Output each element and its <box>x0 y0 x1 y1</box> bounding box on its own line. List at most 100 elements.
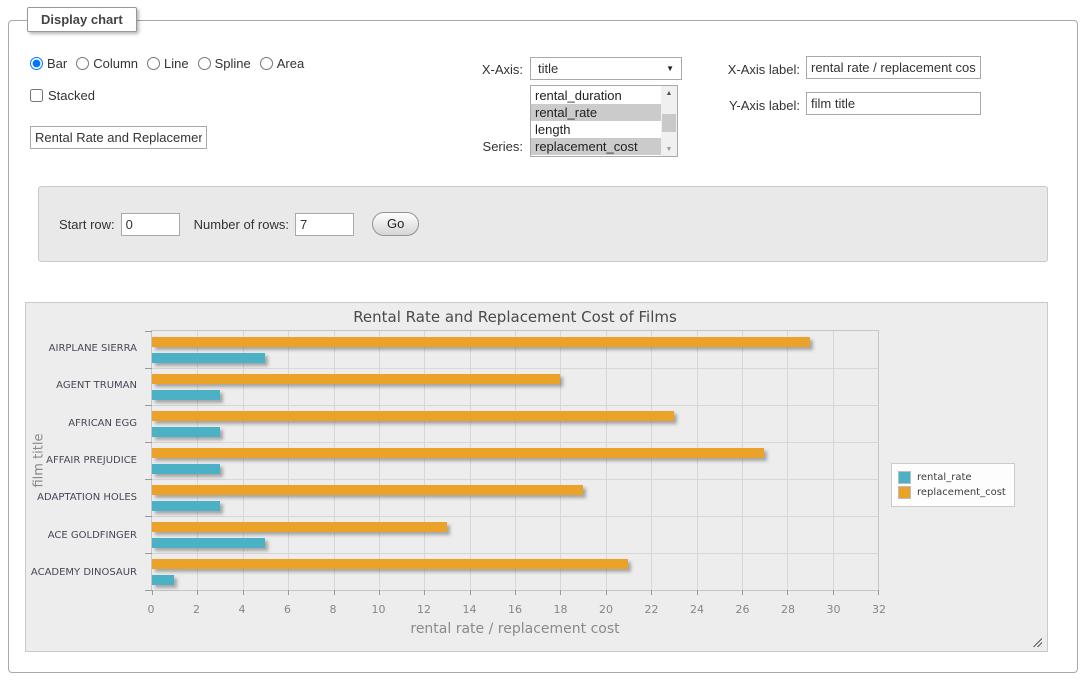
bar-replacement_cost <box>152 374 560 384</box>
x-tick-mark <box>152 590 153 595</box>
x-tick-mark <box>334 590 335 595</box>
x-tick-mark <box>197 590 198 595</box>
rows-panel: Start row: Number of rows: Go <box>38 186 1048 262</box>
x-tick-mark <box>878 590 879 595</box>
y-tick-mark <box>145 405 152 406</box>
category-label: ACE GOLDFINGER <box>48 530 137 541</box>
x-tick-label: 26 <box>736 603 750 616</box>
chart-type-radio-line[interactable] <box>147 57 160 70</box>
category-label: ADAPTATION HOLES <box>37 492 137 503</box>
category-band-5 <box>152 516 878 553</box>
category-band-1 <box>152 368 878 405</box>
chart-type-option-bar[interactable]: Bar <box>30 56 67 71</box>
display-chart-page: Display chart BarColumnLineSplineArea St… <box>0 0 1081 681</box>
legend-entry-replacement_cost: replacement_cost <box>898 486 1006 499</box>
chart-title-input[interactable] <box>30 126 207 149</box>
chart-type-radio-column[interactable] <box>76 57 89 70</box>
series-option-length[interactable]: length <box>531 121 661 138</box>
x-axis-field-label: X-Axis: <box>430 62 523 77</box>
y-axis-label-field-label: Y-Axis label: <box>712 98 800 113</box>
x-tick-label: 10 <box>372 603 386 616</box>
x-tick-label: 8 <box>330 603 337 616</box>
x-tick-mark <box>560 590 561 595</box>
legend-swatch <box>898 486 911 499</box>
y-tick-mark <box>145 331 152 332</box>
bar-replacement_cost <box>152 485 583 495</box>
x-tick-mark <box>833 590 834 595</box>
scrollbar-track[interactable] <box>661 100 677 142</box>
resize-handle-icon[interactable] <box>1031 636 1042 647</box>
chart-type-label: Spline <box>215 56 251 71</box>
series-option-replacement_cost[interactable]: replacement_cost <box>531 138 661 155</box>
series-option-rental_duration[interactable]: rental_duration <box>531 87 661 104</box>
scrollbar-thumb[interactable] <box>662 114 676 132</box>
scrollbar[interactable]: ▲ ▼ <box>661 86 677 156</box>
x-tick-mark <box>515 590 516 595</box>
chart-type-radio-bar[interactable] <box>30 57 43 70</box>
chart-type-label: Column <box>93 56 138 71</box>
y-tick-mark <box>145 516 152 517</box>
stacked-label: Stacked <box>48 88 95 103</box>
x-tick-mark <box>288 590 289 595</box>
chart-type-option-line[interactable]: Line <box>147 56 189 71</box>
category-label: AFRICAN EGG <box>68 418 137 429</box>
scroll-down-arrow-icon[interactable]: ▼ <box>661 142 677 156</box>
plot-area <box>151 330 879 591</box>
start-row-input[interactable] <box>121 213 180 236</box>
x-tick-label: 18 <box>554 603 568 616</box>
number-of-rows-input[interactable] <box>295 213 354 236</box>
scroll-up-arrow-icon[interactable]: ▲ <box>661 86 677 100</box>
category-label-cell: ACE GOLDFINGER <box>26 516 137 553</box>
chart-type-label: Bar <box>47 56 67 71</box>
x-tick-label: 0 <box>148 603 155 616</box>
chart-type-option-area[interactable]: Area <box>260 56 304 71</box>
legend-label: replacement_cost <box>917 487 1006 498</box>
chart-type-option-column[interactable]: Column <box>76 56 138 71</box>
category-band-4 <box>152 479 878 516</box>
category-label: ACADEMY DINOSAUR <box>31 567 137 578</box>
x-tick-mark <box>651 590 652 595</box>
y-tick-mark <box>145 479 152 480</box>
x-tick-label: 2 <box>193 603 200 616</box>
x-tick-label: 16 <box>508 603 522 616</box>
chart-type-label: Line <box>164 56 189 71</box>
bar-rental_rate <box>152 353 265 363</box>
category-label: AFFAIR PREJUDICE <box>46 455 137 466</box>
category-label: AGENT TRUMAN <box>56 380 137 391</box>
chart-type-radio-spline[interactable] <box>198 57 211 70</box>
x-axis-select[interactable]: title ▼ <box>530 57 682 80</box>
chart-type-option-spline[interactable]: Spline <box>198 56 251 71</box>
x-tick-mark <box>742 590 743 595</box>
rows-panel-controls: Start row: Number of rows: Go <box>59 212 419 236</box>
x-axis-title: rental rate / replacement cost <box>151 621 879 637</box>
category-label: AIRPLANE SIERRA <box>49 343 137 354</box>
bar-rental_rate <box>152 575 174 585</box>
x-tick-label: 14 <box>463 603 477 616</box>
x-tick-label: 6 <box>284 603 291 616</box>
x-tick-label: 22 <box>645 603 659 616</box>
x-axis-selected-value: title <box>538 61 558 76</box>
bar-replacement_cost <box>152 522 447 532</box>
series-multiselect[interactable]: rental_durationrental_ratelengthreplacem… <box>530 85 678 157</box>
category-band-6 <box>152 553 878 590</box>
chart-type-radio-area[interactable] <box>260 57 273 70</box>
bar-rental_rate <box>152 390 220 400</box>
number-of-rows-label: Number of rows: <box>194 217 289 232</box>
y-tick-mark <box>145 590 152 591</box>
stacked-checkbox[interactable] <box>30 89 43 102</box>
x-tick-mark <box>243 590 244 595</box>
bar-replacement_cost <box>152 559 628 569</box>
x-tick-label: 4 <box>239 603 246 616</box>
x-axis-label-field-label: X-Axis label: <box>712 62 800 77</box>
category-axis: AIRPLANE SIERRA AGENT TRUMAN AFRICAN EGG AF… <box>26 330 144 591</box>
stacked-option[interactable]: Stacked <box>30 88 95 103</box>
x-tick-label: 28 <box>781 603 795 616</box>
chevron-down-icon: ▼ <box>666 64 674 73</box>
go-button[interactable]: Go <box>372 212 419 236</box>
x-tick-label: 20 <box>599 603 613 616</box>
series-option-rental_rate[interactable]: rental_rate <box>531 104 661 121</box>
y-axis-label-input[interactable] <box>806 92 981 115</box>
x-axis-label-input[interactable] <box>806 56 981 79</box>
chart-title: Rental Rate and Replacement Cost of Film… <box>151 308 879 326</box>
bar-replacement_cost <box>152 448 764 458</box>
